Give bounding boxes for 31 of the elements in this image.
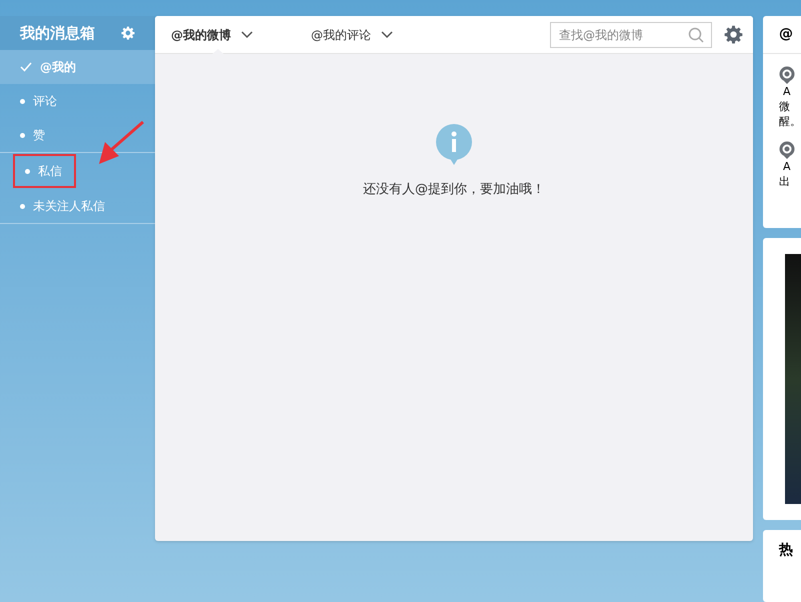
check-icon	[20, 62, 32, 72]
sidebar-item[interactable]: 私信	[13, 154, 76, 188]
notice-text: 醒。	[779, 114, 801, 129]
panel-title: @	[779, 25, 793, 44]
settings-icon[interactable]	[724, 25, 743, 44]
empty-message: 还没有人@提到你，要加油哦！	[363, 181, 545, 199]
search-field[interactable]: 查找@我的微博	[550, 22, 712, 48]
sidebar-item[interactable]: 赞	[0, 118, 65, 152]
caret-icon	[381, 30, 393, 38]
sidebar-item[interactable]: 评论	[0, 84, 77, 118]
caret-icon	[241, 30, 253, 38]
notice-icon	[779, 141, 795, 159]
panel-title: 热	[778, 541, 793, 560]
info-icon	[435, 124, 473, 166]
bullet-icon	[20, 98, 25, 104]
settings-icon[interactable]	[121, 26, 135, 40]
sidebar-item[interactable]: 未关注人私信	[0, 189, 125, 223]
notice-icon	[779, 66, 795, 84]
tab[interactable]: @我的评论	[311, 16, 451, 54]
sidebar-title: 我的消息箱	[20, 22, 95, 44]
sidebar-item[interactable]: @我的	[0, 50, 155, 84]
bullet-icon	[25, 168, 30, 174]
bullet-icon	[20, 132, 25, 138]
notice-letter: A	[782, 84, 792, 99]
notice-letter: A	[782, 159, 792, 174]
notice-text: 微	[779, 99, 791, 114]
arrow-annotation	[97, 120, 147, 165]
tab[interactable]: @我的微博	[171, 16, 311, 54]
bullet-icon	[20, 204, 25, 208]
search-icon	[688, 26, 704, 42]
notice-text: 出	[779, 174, 791, 189]
